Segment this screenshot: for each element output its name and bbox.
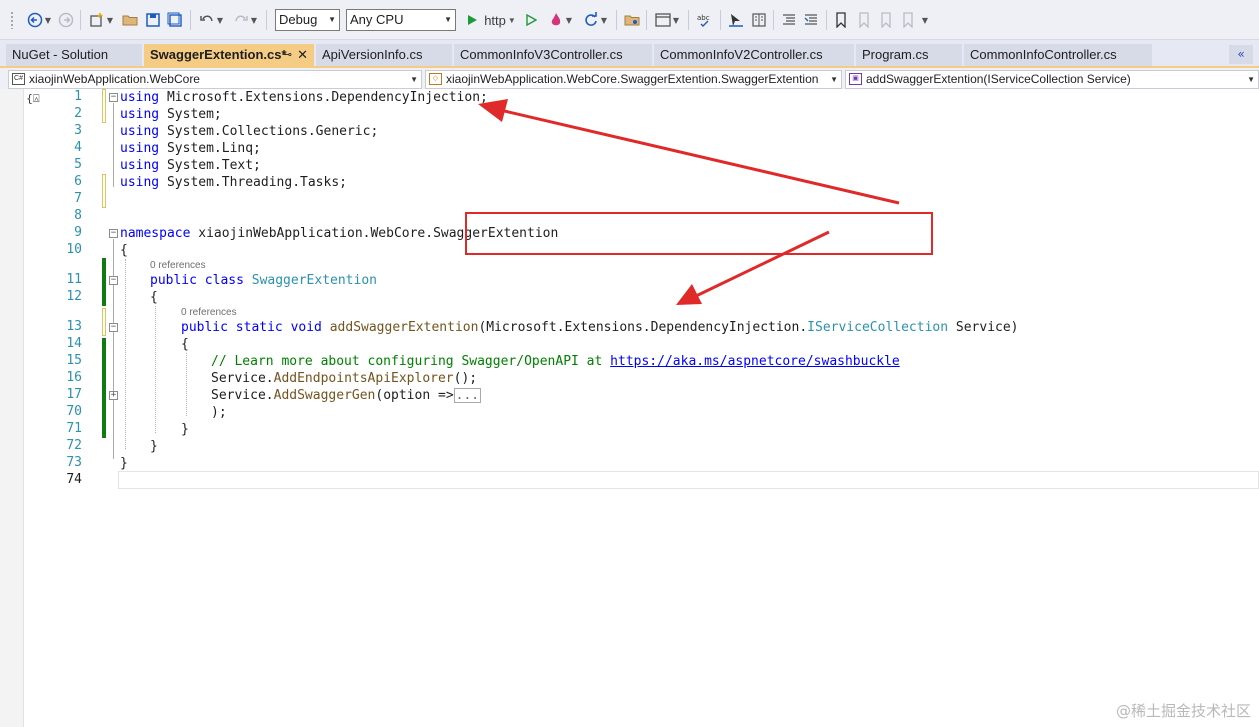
annotation-arrow-1 xyxy=(478,99,900,205)
watermark-text: @稀土掘金技术社区 xyxy=(1115,702,1251,720)
annotation-arrow-2 xyxy=(676,230,830,305)
annotation-arrows xyxy=(478,99,900,305)
